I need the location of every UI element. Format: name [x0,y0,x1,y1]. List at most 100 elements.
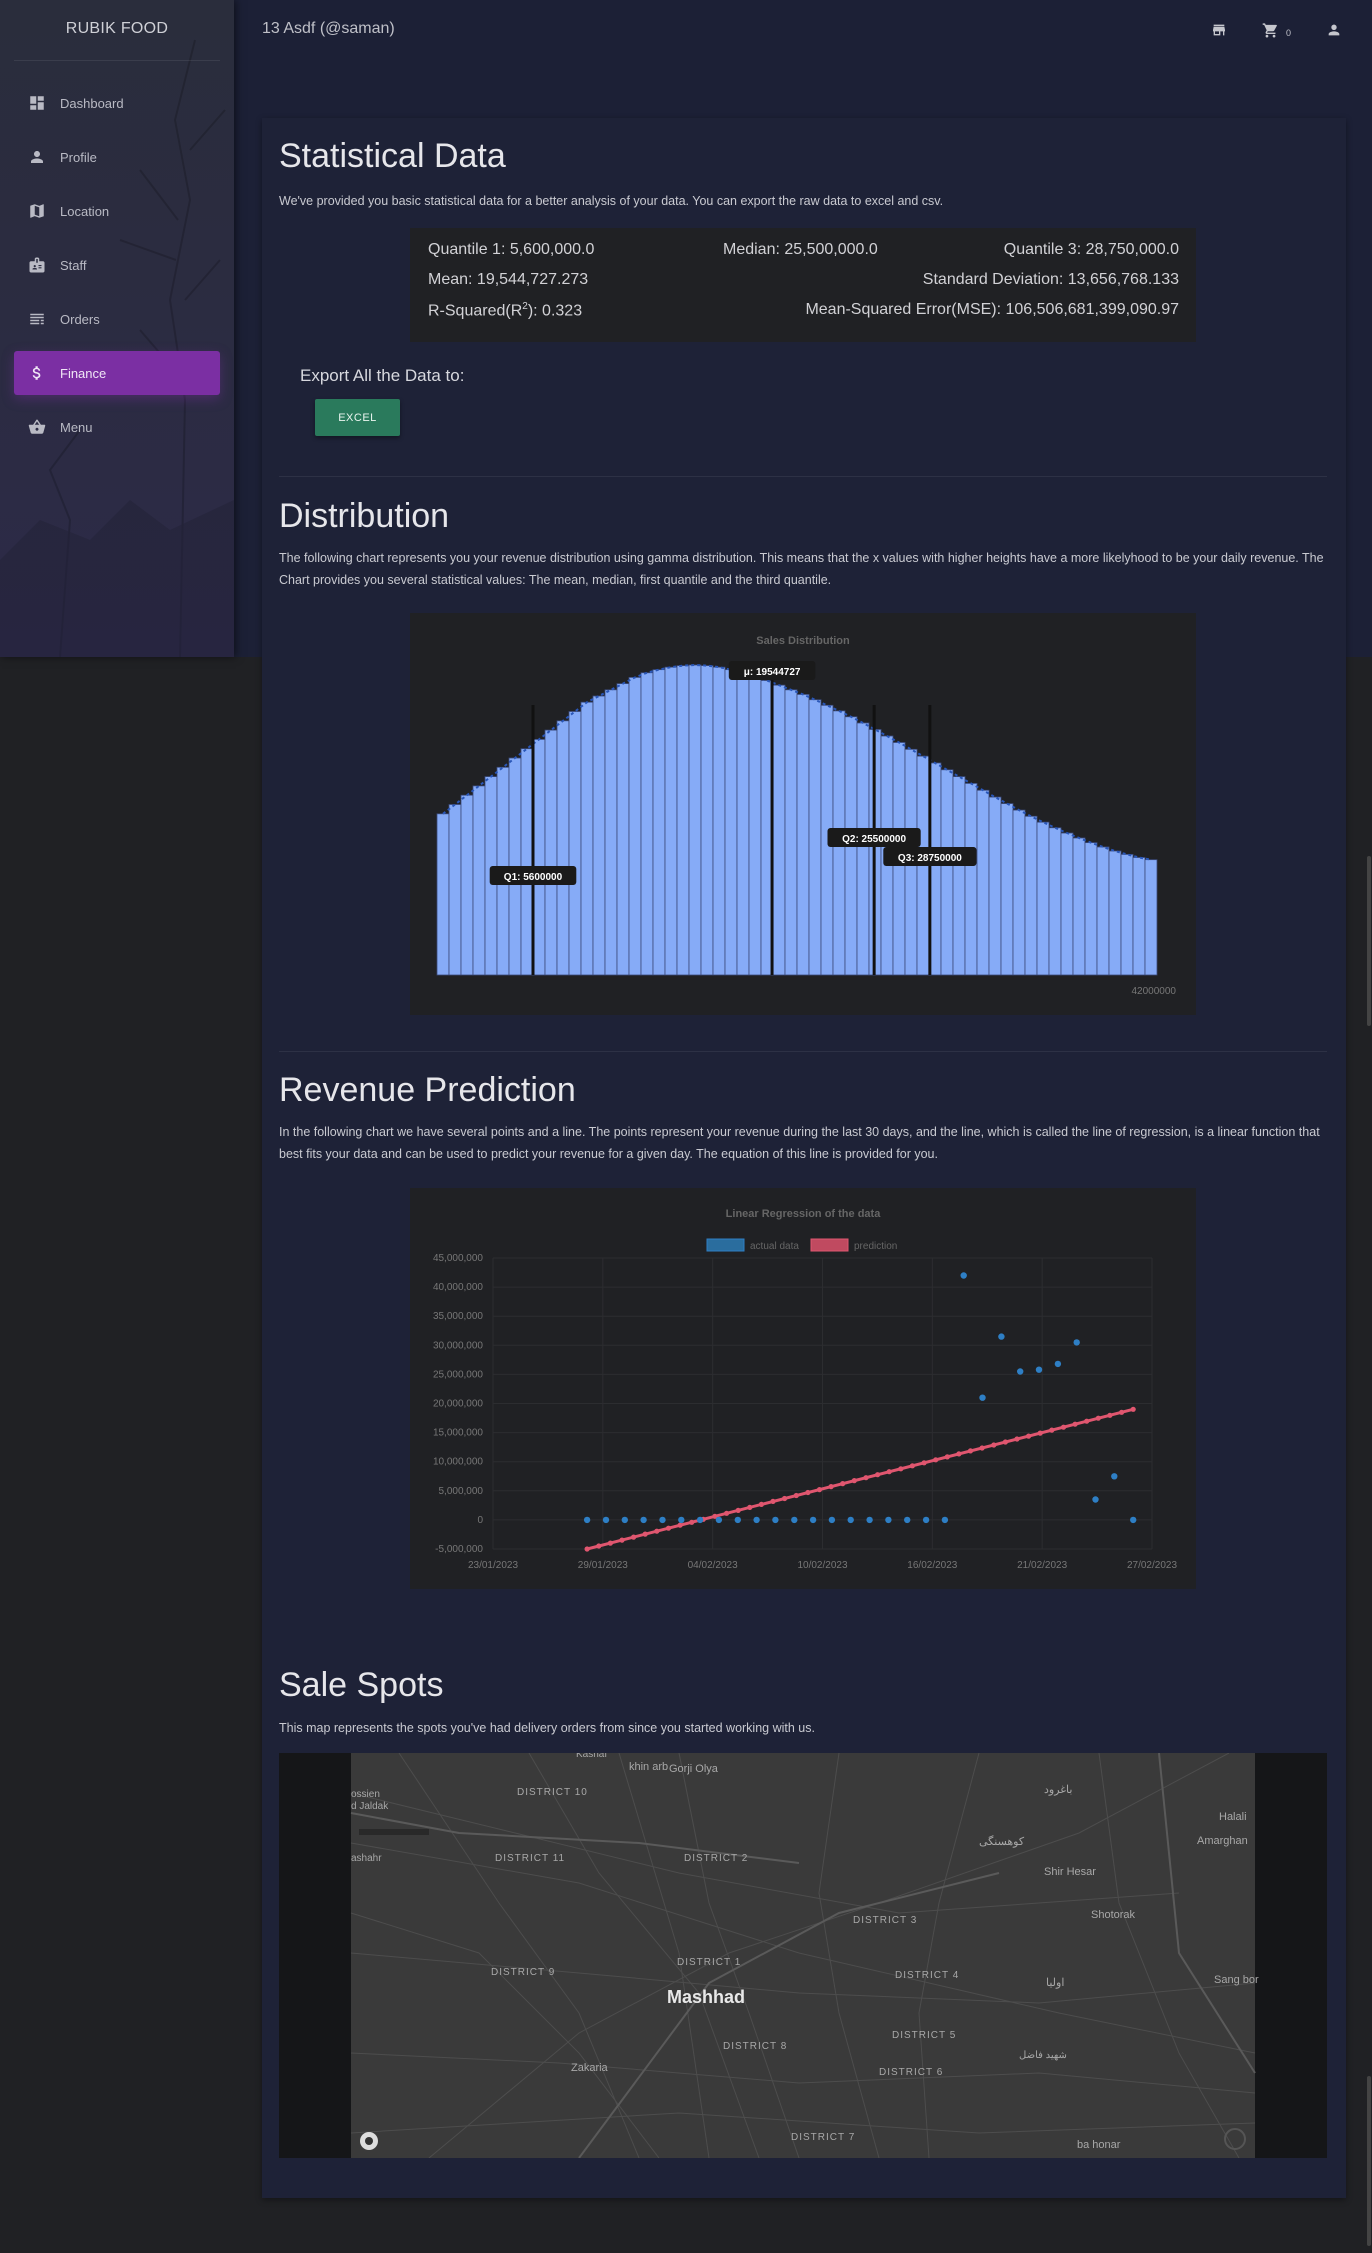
prediction-point[interactable] [1119,1409,1125,1415]
distribution-bar[interactable] [604,689,618,976]
distribution-bar[interactable] [1120,854,1134,976]
prediction-point[interactable] [631,1534,637,1540]
distribution-bar[interactable] [940,769,954,976]
sidebar-item-profile[interactable]: Profile [14,135,220,179]
distribution-bar[interactable] [1108,850,1122,976]
prediction-point[interactable] [944,1454,950,1460]
distribution-bar[interactable] [724,669,738,976]
distribution-bar[interactable] [1132,857,1146,976]
distribution-bar[interactable] [532,739,546,976]
actual-data-point[interactable] [602,1516,610,1524]
actual-data-point[interactable] [979,1394,986,1401]
prediction-point[interactable] [979,1445,985,1451]
distribution-bar[interactable] [652,669,666,976]
actual-data-point[interactable] [772,1516,779,1524]
prediction-point[interactable] [805,1489,811,1496]
distribution-bar[interactable] [616,683,630,976]
distribution-bar[interactable] [1048,827,1062,976]
prediction-point[interactable] [607,1540,613,1546]
distribution-bar[interactable] [976,789,990,976]
distribution-bar[interactable] [1036,821,1050,976]
prediction-point[interactable] [1072,1421,1078,1427]
prediction-point[interactable] [909,1463,915,1469]
actual-data-point[interactable] [866,1516,873,1524]
prediction-point[interactable] [1060,1424,1067,1430]
distribution-bar[interactable] [472,785,486,976]
prediction-point[interactable] [770,1498,776,1504]
sidebar-item-menu[interactable]: Menu [14,405,220,449]
sidebar-item-location[interactable]: Location [14,189,220,233]
distribution-bar[interactable] [700,665,714,976]
prediction-point[interactable] [665,1525,672,1531]
distribution-bar[interactable] [784,689,798,976]
actual-data-point[interactable] [1092,1496,1099,1503]
actual-data-point[interactable] [809,1516,817,1524]
map-svg[interactable]: Kashaf khin arb Gorji Olya DISTRICT 10 ossie… [279,1753,1327,2158]
prediction-point[interactable] [677,1522,683,1528]
actual-data-point[interactable] [734,1516,741,1524]
page-scroll-thumb[interactable] [1367,856,1371,1026]
distribution-bar[interactable] [712,666,726,976]
distribution-bar[interactable] [796,694,810,976]
prediction-point[interactable] [863,1475,869,1481]
prediction-point[interactable] [642,1531,648,1537]
distribution-bar[interactable] [1024,815,1038,976]
actual-data-point[interactable] [998,1333,1005,1340]
prediction-point[interactable] [956,1451,962,1457]
actual-data-point[interactable] [659,1516,666,1524]
prediction-point[interactable] [724,1510,730,1516]
actual-data-point[interactable] [960,1272,967,1279]
actual-data-point[interactable] [640,1516,647,1524]
distribution-bar[interactable] [1072,837,1086,976]
prediction-point[interactable] [1014,1436,1020,1442]
actual-data-point[interactable] [1017,1368,1024,1375]
actual-data-point[interactable] [1035,1366,1043,1373]
distribution-bar[interactable] [964,783,978,976]
prediction-point[interactable] [828,1484,834,1490]
distribution-bar[interactable] [736,672,750,976]
distribution-bar[interactable] [1000,803,1014,976]
prediction-point[interactable] [1026,1433,1032,1439]
distribution-bar[interactable] [808,699,822,976]
actual-data-point[interactable] [828,1516,836,1524]
prediction-point[interactable] [851,1478,857,1484]
distribution-bar[interactable] [664,666,678,976]
prediction-point[interactable] [735,1507,741,1513]
actual-data-point[interactable] [791,1516,798,1524]
sale-spots-map[interactable]: Kashaf khin arb Gorji Olya DISTRICT 10 ossie… [279,1753,1327,2158]
prediction-point[interactable] [758,1501,764,1507]
actual-data-point[interactable] [583,1516,591,1524]
distribution-bar[interactable] [580,701,594,976]
account-icon[interactable] [1324,20,1344,40]
prediction-point[interactable] [1084,1418,1090,1424]
sidebar-item-staff[interactable]: Staff [14,243,220,287]
actual-data-point[interactable] [753,1516,760,1524]
distribution-bar[interactable] [448,804,462,976]
sidebar-item-finance[interactable]: Finance [14,351,220,395]
legend-swatch-prediction[interactable] [810,1238,849,1252]
distribution-bar[interactable] [628,677,642,976]
prediction-point[interactable] [1107,1412,1113,1418]
distribution-bar[interactable] [592,695,606,976]
distribution-bar[interactable] [1144,859,1158,976]
distribution-bar[interactable] [676,665,690,976]
distribution-bar[interactable] [436,813,450,976]
actual-data-point[interactable] [621,1516,628,1524]
actual-data-point[interactable] [696,1516,704,1524]
brand-name[interactable]: RUBIK FOOD [0,20,234,38]
prediction-point[interactable] [1095,1415,1101,1421]
distribution-bar[interactable] [1096,846,1110,976]
distribution-bar[interactable] [688,664,702,976]
distribution-bar[interactable] [748,676,762,976]
prediction-point[interactable] [596,1543,602,1549]
distribution-bar[interactable] [1012,809,1026,976]
distribution-bar[interactable] [952,776,966,976]
cart-icon[interactable] [1260,20,1280,40]
distribution-bar[interactable] [856,722,870,976]
page-scroll-thumb-2[interactable] [1367,2076,1371,2246]
distribution-bar[interactable] [1084,842,1098,976]
actual-data-point[interactable] [1073,1339,1080,1346]
distribution-bar[interactable] [1060,832,1074,976]
actual-data-point[interactable] [1111,1473,1118,1480]
excel-export-button[interactable]: EXCEL [315,399,400,436]
